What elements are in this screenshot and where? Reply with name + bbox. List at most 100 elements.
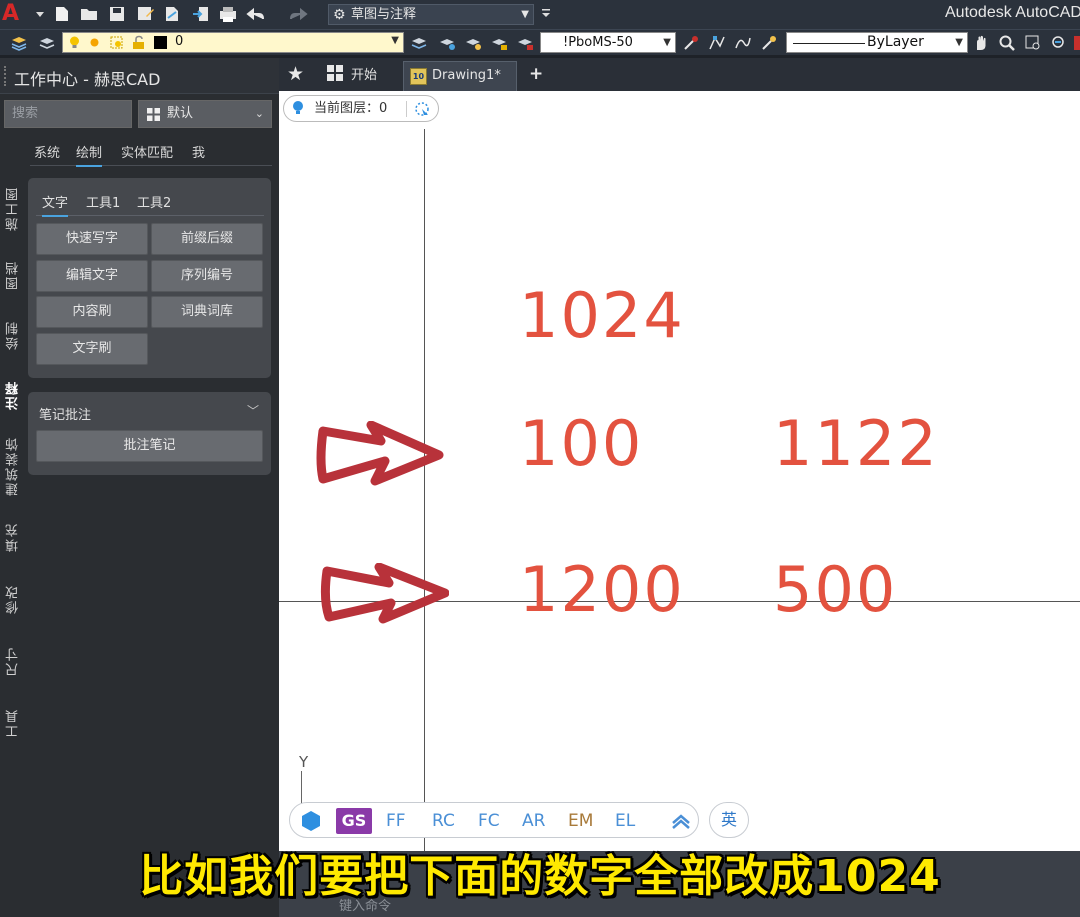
color-swatch-icon[interactable] xyxy=(1074,34,1080,52)
vtab-modify[interactable]: 修改 xyxy=(4,584,22,614)
make-current-layer-icon[interactable] xyxy=(410,34,428,52)
save-icon[interactable] xyxy=(107,4,127,24)
layer-state-icon[interactable] xyxy=(38,34,56,52)
sequence-number-button[interactable]: 序列编号 xyxy=(151,260,263,292)
panel-top-tabs: 系统 绘制 实体匹配 我 xyxy=(30,142,272,167)
drawing-canvas[interactable]: 当前图层：0 1024 100 1122 1200 500 Y 键入命令 GS … xyxy=(279,91,1080,917)
vtab-architecture-decoration[interactable]: 建筑装饰 xyxy=(4,436,22,496)
annotate-notes-button[interactable]: 批注笔记 xyxy=(36,430,263,462)
workspace-dropdown[interactable]: ⚙ 草图与注释 ▼ xyxy=(328,4,534,25)
cad-text-100[interactable]: 100 xyxy=(519,413,643,475)
tab-system[interactable]: 系统 xyxy=(34,142,60,161)
lightbulb-on-icon xyxy=(67,35,82,50)
edit-text-button[interactable]: 编辑文字 xyxy=(36,260,148,292)
layer-unisolate-icon[interactable] xyxy=(516,34,534,52)
save-as-icon[interactable] xyxy=(135,4,155,24)
shortcut-gs[interactable]: GS xyxy=(336,808,372,834)
chevron-down-icon: ⌄ xyxy=(254,107,264,120)
dictionary-button[interactable]: 词典词库 xyxy=(151,296,263,328)
ucs-y-axis-line xyxy=(424,129,425,917)
open-folder-icon[interactable] xyxy=(79,4,99,24)
redo-icon[interactable] xyxy=(288,4,308,24)
search-input[interactable]: 搜索 xyxy=(4,100,132,128)
tab-draw[interactable]: 绘制 xyxy=(76,142,103,167)
cad-text-1024[interactable]: 1024 xyxy=(519,285,685,347)
cad-text-1200[interactable]: 1200 xyxy=(519,559,685,621)
shortcut-ar[interactable]: AR xyxy=(522,811,545,831)
shortcut-em[interactable]: EM xyxy=(568,811,593,831)
vtab-draw[interactable]: 绘制 xyxy=(4,320,22,350)
zoom-window-icon[interactable] xyxy=(1024,34,1042,52)
linetype-dropdown[interactable]: ByLayer ▼ xyxy=(786,32,968,53)
vtab-annotate[interactable]: 注释 xyxy=(4,380,22,410)
new-tab-plus-icon[interactable]: + xyxy=(529,64,543,84)
layer-isolate-icon[interactable] xyxy=(490,34,508,52)
chevron-down-icon: ▼ xyxy=(521,9,529,20)
spline-icon[interactable] xyxy=(734,34,752,52)
vtab-hatch[interactable]: 填充 xyxy=(4,522,22,552)
document-tabs: ★ 开始 10 Drawing1* + xyxy=(279,58,1080,91)
chevron-down-icon[interactable]: ﹀ xyxy=(247,402,259,419)
tab-start[interactable]: 开始 xyxy=(327,64,377,83)
zoom-previous-icon[interactable] xyxy=(1050,34,1068,52)
customize-toolbar-icon[interactable] xyxy=(536,4,550,24)
content-brush-button[interactable]: 内容刷 xyxy=(36,296,148,328)
workspace-label: 草图与注释 xyxy=(351,7,417,22)
prefix-suffix-button[interactable]: 前缀后缀 xyxy=(151,223,263,255)
polyline-edit-icon[interactable] xyxy=(708,34,726,52)
current-layer-label: 当前图层：0 xyxy=(314,101,388,116)
undo-icon[interactable] xyxy=(246,4,266,24)
gear-icon: ⚙ xyxy=(333,7,346,23)
layer-properties-icon[interactable] xyxy=(10,34,28,52)
vtab-archive[interactable]: 图档 xyxy=(4,260,22,290)
hexagon-logo-icon[interactable] xyxy=(300,810,322,832)
print-icon[interactable] xyxy=(218,4,238,24)
tab-drawing1[interactable]: 10 Drawing1* xyxy=(403,61,517,91)
match-properties-icon[interactable] xyxy=(760,34,778,52)
cad-text-500[interactable]: 500 xyxy=(773,559,897,621)
subtab-tools1[interactable]: 工具1 xyxy=(86,192,120,211)
layer-previous-icon[interactable] xyxy=(464,34,482,52)
drag-grip-icon[interactable] xyxy=(4,66,8,86)
layer-dropdown[interactable]: 0 ▼ xyxy=(62,32,404,53)
tab-entity-match[interactable]: 实体匹配 xyxy=(121,142,173,161)
windows-logo-icon xyxy=(327,65,343,81)
layer-match-icon[interactable] xyxy=(438,34,456,52)
zoom-icon[interactable] xyxy=(998,34,1016,52)
subtab-text[interactable]: 文字 xyxy=(42,192,69,217)
star-icon[interactable]: ★ xyxy=(287,63,304,85)
video-subtitle: 比如我们要把下面的数字全部改成1024 xyxy=(139,851,941,902)
title-bar: A ⚙ 草图与注释 ▼ Autodesk AutoCAD xyxy=(0,0,1080,29)
sun-thaw-icon xyxy=(87,35,102,50)
import-icon[interactable] xyxy=(191,4,211,24)
subtab-tools2[interactable]: 工具2 xyxy=(137,192,171,211)
ime-toggle[interactable]: 英 xyxy=(709,802,749,838)
autocad-window: A ⚙ 草图与注释 ▼ Autodesk AutoCAD 0 ▼ !PboMS-… xyxy=(0,0,1080,917)
vtab-dimension[interactable]: 尺寸 xyxy=(4,646,22,676)
dimension-style-dropdown[interactable]: !PboMS-50 ▼ xyxy=(540,32,676,53)
shortcut-el[interactable]: EL xyxy=(615,811,635,831)
autocad-logo-icon[interactable]: A xyxy=(2,2,26,26)
cad-text-1122[interactable]: 1122 xyxy=(773,413,939,475)
quick-write-button[interactable]: 快速写字 xyxy=(36,223,148,255)
plugin-shortcut-bar: GS FF RC FC AR EM EL xyxy=(289,802,699,838)
pick-tool-icon[interactable] xyxy=(682,34,700,52)
vertical-category-tabs: 施工图 图档 绘制 注释 建筑装饰 填充 修改 尺寸 工具 xyxy=(0,168,26,768)
shortcut-fc[interactable]: FC xyxy=(478,811,500,831)
current-layer-indicator[interactable]: 当前图层：0 xyxy=(283,95,439,122)
select-objects-icon[interactable] xyxy=(414,101,430,117)
pan-hand-icon[interactable] xyxy=(972,34,990,52)
vtab-construction-drawing[interactable]: 施工图 xyxy=(4,186,22,231)
layer-color-swatch xyxy=(153,35,168,50)
shortcut-rc[interactable]: RC xyxy=(432,811,455,831)
app-menu-arrow-icon[interactable] xyxy=(30,4,44,24)
vtab-tools[interactable]: 工具 xyxy=(4,708,22,738)
new-file-icon[interactable] xyxy=(52,4,72,24)
plot-icon[interactable] xyxy=(162,4,182,24)
preset-dropdown[interactable]: 默认 ⌄ xyxy=(138,100,272,128)
chevron-up-double-icon[interactable] xyxy=(670,813,692,829)
shortcut-ff[interactable]: FF xyxy=(386,811,406,831)
text-brush-button[interactable]: 文字刷 xyxy=(36,333,148,365)
chevron-down-icon: ▼ xyxy=(391,35,399,46)
tab-me[interactable]: 我 xyxy=(192,142,205,161)
